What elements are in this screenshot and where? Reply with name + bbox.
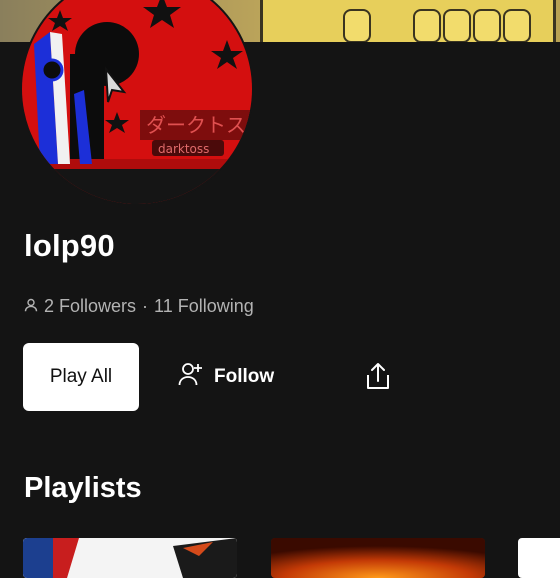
followers-count[interactable]: 2 Followers (44, 296, 136, 317)
playlist-card[interactable] (271, 538, 485, 578)
playlist-card[interactable] (23, 538, 237, 578)
play-all-button[interactable]: Play All (23, 343, 139, 411)
following-count[interactable]: 11 Following (154, 296, 254, 317)
avatar-text-en: darktoss (158, 142, 209, 156)
follow-label: Follow (214, 366, 275, 387)
playlists-heading: Playlists (24, 472, 142, 504)
avatar-artwork: ダークトス darktoss (22, 0, 252, 204)
share-button[interactable] (356, 355, 400, 399)
follow-stats: 2 Followers · 11 Following (24, 295, 254, 317)
stats-separator: · (142, 295, 149, 316)
avatar-text-jp: ダークトス (146, 113, 246, 137)
playlist-cover (271, 538, 485, 578)
person-icon (24, 296, 38, 317)
profile-username: lolp90 (24, 228, 115, 263)
banner-artwork (260, 0, 556, 42)
follow-button[interactable]: Follow (170, 355, 282, 399)
person-add-icon (178, 361, 204, 393)
playlist-card[interactable] (518, 538, 560, 578)
playlist-cover (23, 538, 237, 578)
share-icon (365, 361, 391, 394)
profile-avatar: ダークトス darktoss (22, 0, 252, 204)
